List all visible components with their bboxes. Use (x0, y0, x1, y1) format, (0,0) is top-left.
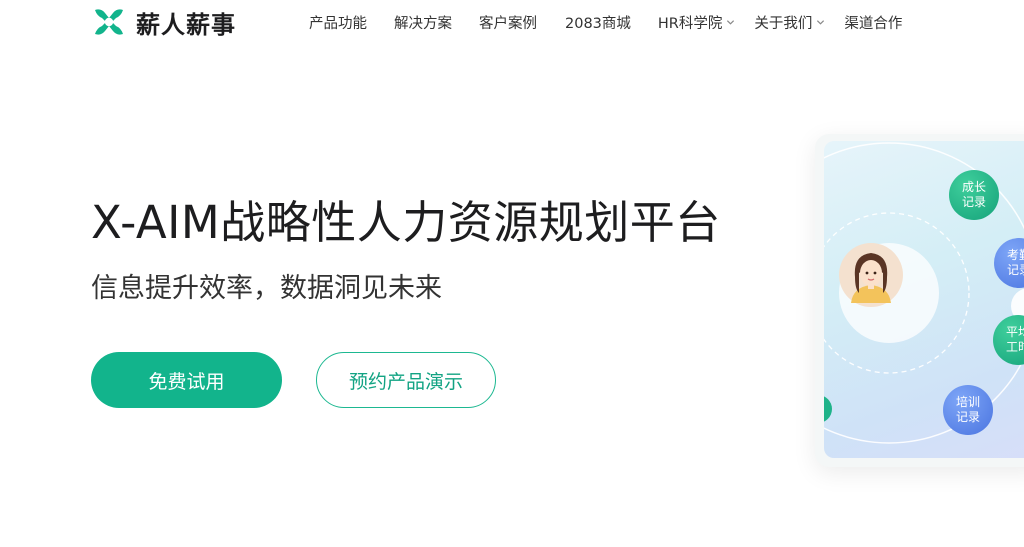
nav-item-about[interactable]: 关于我们 (754, 12, 825, 33)
main-nav: 产品功能 解决方案 客户案例 2083商城 HR科学院 关于我们 渠道合作 (309, 12, 902, 33)
employee-avatar-icon (839, 243, 939, 343)
nav-item-solutions[interactable]: 解决方案 (394, 12, 452, 33)
training-record-bubble: 培训 记录 (943, 385, 993, 435)
nav-label: 渠道合作 (844, 16, 903, 32)
growth-record-bubble: 成长 记录 (949, 170, 999, 220)
nav-label: 解决方案 (394, 16, 452, 32)
nav-label: HR科学院 (657, 16, 723, 32)
hr-data-illustration: 成长 记录 考勤 记录 平均 工时 培训 记录 (824, 141, 1024, 458)
nav-item-cases[interactable]: 客户案例 (479, 12, 537, 33)
nav-label: 客户案例 (479, 16, 537, 32)
nav-item-hr-academy[interactable]: HR科学院 (658, 12, 735, 33)
chevron-down-icon (817, 20, 825, 25)
chevron-down-icon (727, 20, 735, 25)
nav-item-channel[interactable]: 渠道合作 (844, 12, 902, 33)
brand-name: 薪人薪事 (136, 10, 236, 39)
nav-label: 产品功能 (309, 16, 367, 32)
hero-subtitle: 信息提升效率，数据洞见未来 (91, 273, 442, 304)
nav-label: 关于我们 (754, 16, 813, 32)
site-header: 薪人薪事 产品功能 解决方案 客户案例 2083商城 HR科学院 关于我们 渠道… (0, 0, 1024, 46)
xinrenxinshi-logo-icon (95, 9, 123, 35)
nav-item-mall[interactable]: 2083商城 (565, 12, 631, 33)
brand-logo[interactable]: 薪人薪事 (91, 4, 236, 40)
avatar (839, 243, 903, 307)
nav-item-products[interactable]: 产品功能 (309, 12, 367, 33)
book-demo-button[interactable]: 预约产品演示 (316, 352, 496, 408)
hero-title: X-AIM战略性人力资源规划平台 (91, 196, 721, 249)
nav-label: 2083商城 (565, 16, 631, 32)
free-trial-button[interactable]: 免费试用 (91, 352, 282, 408)
